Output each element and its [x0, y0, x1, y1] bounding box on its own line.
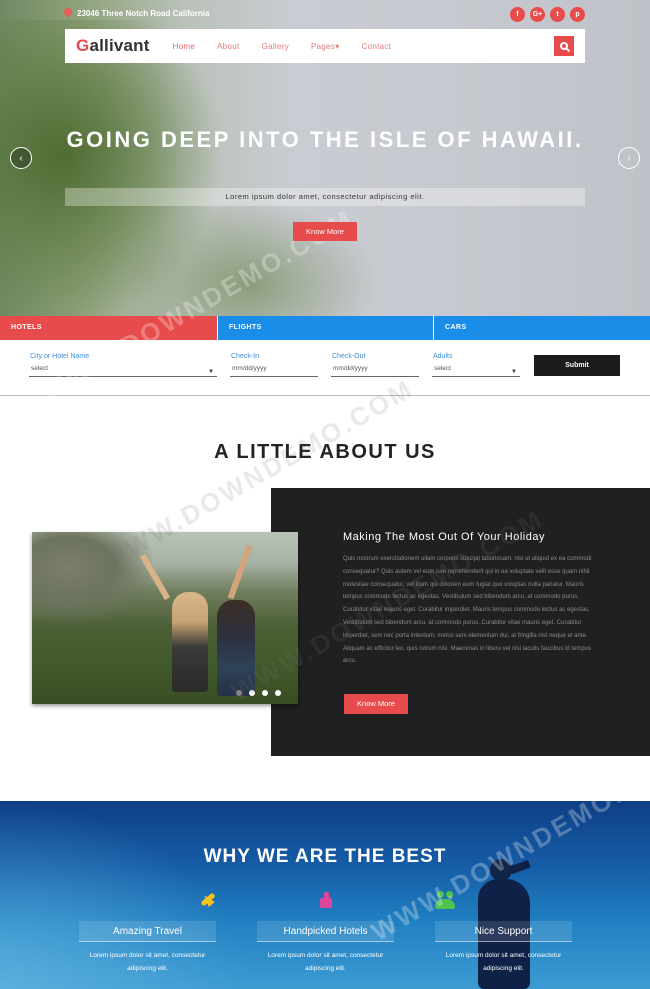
twitter-icon[interactable]: t [550, 7, 565, 22]
facebook-icon[interactable]: f [510, 7, 525, 22]
checkout-label: Check-Out [332, 353, 366, 360]
checkin-label: Check-In [231, 353, 260, 360]
plane-icon [198, 891, 218, 909]
feature-title-support: Nice Support [435, 921, 572, 942]
hero-subtitle: Lorem ipsum dolor amet, consectetur adip… [65, 188, 585, 206]
tab-flights[interactable]: FLIGHTS [217, 316, 433, 340]
social-links: f G+ t p [510, 7, 585, 22]
about-know-more-button[interactable]: Know More [344, 694, 408, 714]
search-button[interactable] [554, 36, 574, 56]
navbar: Gallivant Home About Gallery Pages▾ Cont… [65, 29, 585, 63]
nav-about[interactable]: About [217, 42, 239, 51]
nav-gallery[interactable]: Gallery [262, 42, 289, 51]
logo[interactable]: Gallivant [76, 36, 150, 56]
tab-cars[interactable]: CARS [433, 316, 650, 340]
address: 23046 Three Notch Road California [64, 8, 209, 18]
pinterest-icon[interactable]: p [570, 7, 585, 22]
thumbs-up-icon [316, 891, 336, 909]
feature-text-hotels: Lorem ipsum dolor sit amet, consectetur … [267, 952, 384, 972]
adults-select[interactable]: select ▼ [432, 363, 520, 377]
adults-select-value: select [434, 365, 451, 372]
chevron-down-icon: ▼ [208, 369, 214, 375]
next-slide-button[interactable]: › [618, 147, 640, 169]
adults-label: Adults [433, 353, 453, 360]
checkout-input[interactable]: mm/dd/yyyy [331, 363, 419, 377]
map-pin-icon [64, 8, 72, 18]
chevron-down-icon: ▼ [511, 369, 517, 375]
booking-tabs: HOTELS FLIGHTS CARS [0, 316, 650, 340]
prev-slide-button[interactable]: ‹ [10, 147, 32, 169]
search-icon [560, 42, 568, 50]
feature-text-support: Lorem ipsum dolor sit amet, consectetur … [445, 952, 562, 972]
why-title: WHY WE ARE THE BEST [203, 846, 447, 867]
feature-text-travel: Lorem ipsum dolor sit amet, consectetur … [89, 952, 206, 972]
feature-title-travel: Amazing Travel [79, 921, 216, 942]
hero-know-more-button[interactable]: Know More [293, 222, 357, 241]
submit-button[interactable]: Submit [534, 355, 620, 376]
google-plus-icon[interactable]: G+ [530, 7, 545, 22]
nav-home[interactable]: Home [173, 42, 196, 51]
address-text: 23046 Three Notch Road California [77, 8, 210, 18]
slider-dot[interactable] [275, 690, 281, 696]
main-menu: Home About Gallery Pages▾ Contact [173, 42, 414, 51]
nav-contact[interactable]: Contact [362, 42, 392, 51]
nav-pages[interactable]: Pages▾ [311, 42, 340, 51]
city-select-value: select [31, 365, 48, 372]
checkin-input[interactable]: mm/dd/yyyy [230, 363, 318, 377]
hero-title: GOING DEEP INTO THE ISLE OF HAWAII. [66, 127, 584, 152]
